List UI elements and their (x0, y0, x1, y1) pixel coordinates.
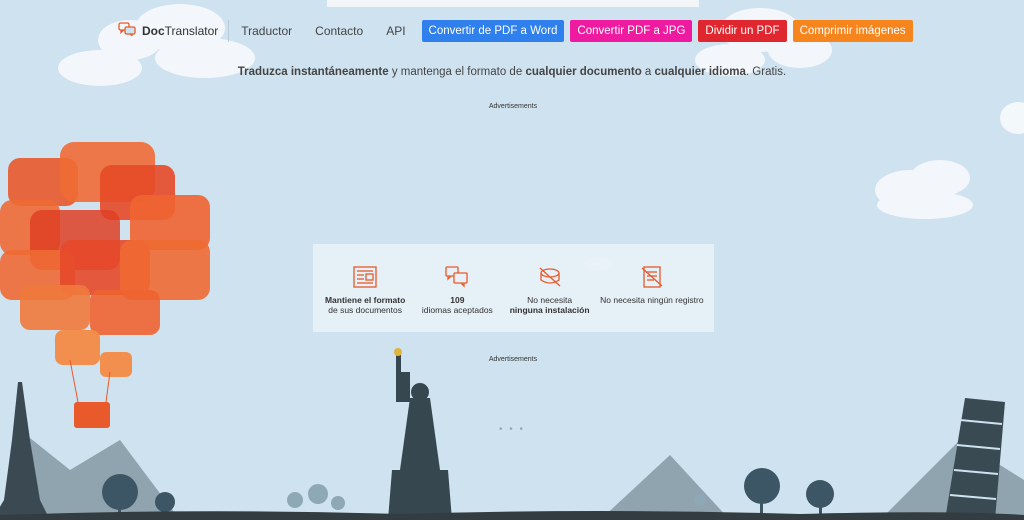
document-format-icon (320, 264, 410, 290)
feature-languages-line2: idiomas aceptados (421, 305, 493, 315)
nav-link-api[interactable]: API (386, 24, 405, 38)
pdf-to-jpg-button[interactable]: Convertir PDF a JPG (570, 20, 693, 42)
feature-format-line2: de sus documentos (328, 305, 402, 315)
tagline-part-1: Traduzca instantáneamente (237, 66, 389, 78)
pdf-to-word-button[interactable]: Convertir de PDF a Word (421, 20, 565, 42)
feature-no-install-line1: No necesita (527, 295, 573, 305)
tagline-part-3: cualquier documento (525, 66, 642, 78)
loading-dots: • • • (499, 424, 526, 435)
languages-icon (412, 264, 502, 290)
feature-format-line1: Mantiene el formato (324, 295, 406, 305)
nav-link-contacto[interactable]: Contacto (315, 24, 363, 38)
feature-languages: 109 idiomas aceptados (412, 264, 502, 332)
tagline: Traduzca instantáneamente y mantenga el … (0, 66, 1024, 78)
tagline-part-4: a (641, 66, 655, 78)
features-panel: Mantiene el formato de sus documentos 10… (313, 244, 714, 332)
ad-label-bottom: Advertisements (488, 356, 538, 363)
nav-link-traductor[interactable]: Traductor (241, 24, 292, 38)
brand-name: DocTranslator (142, 24, 218, 38)
feature-no-register-line1: No necesita ningún registro (600, 295, 704, 305)
split-pdf-button[interactable]: Dividir un PDF (698, 20, 787, 42)
tagline-part-2: y mantenga el formato de (388, 66, 526, 78)
statue-of-liberty (388, 348, 452, 520)
top-nav: DocTranslator Traductor Contacto API Con… (118, 20, 913, 42)
compress-images-button[interactable]: Comprimir imágenes (792, 20, 913, 42)
feature-no-register: No necesita ningún registro (597, 264, 707, 332)
top-strip (327, 0, 699, 7)
speech-bubble-balloon (0, 142, 210, 428)
ad-label-top: Advertisements (488, 103, 538, 110)
tagline-part-5: cualquier idioma (654, 66, 746, 78)
mountains-decoration (0, 430, 1024, 520)
no-install-icon (505, 264, 595, 290)
brand-name-rest: Translator (164, 24, 219, 38)
tagline-part-6: . Gratis. (745, 66, 787, 78)
feature-no-install: No necesita ninguna instalación (505, 264, 595, 332)
brand-logo[interactable]: DocTranslator (118, 20, 230, 42)
brand-name-bold: Doc (142, 24, 165, 38)
feature-format: Mantiene el formato de sus documentos (320, 264, 410, 332)
ground (0, 511, 1024, 520)
speech-bubbles-logo-icon (118, 21, 136, 41)
feature-languages-line1: 109 (450, 295, 465, 305)
feature-no-install-line2: ninguna instalación (509, 305, 590, 315)
no-register-icon (597, 264, 707, 290)
